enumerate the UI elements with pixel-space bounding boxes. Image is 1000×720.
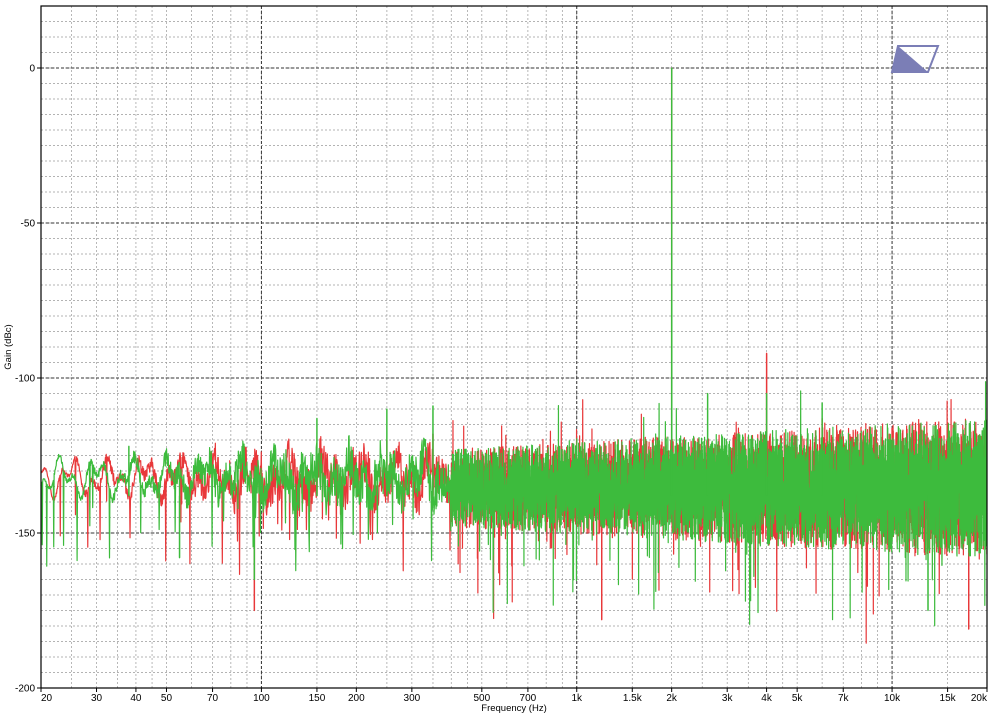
chart-svg: 20 30 40 50 70 100 150 200 300 500 700 1k 1.5k 2k 3k 4k… (0, 0, 1000, 715)
x-tick-label: 200 (348, 693, 365, 704)
x-tick-label: 3k (722, 693, 734, 704)
y-tick-label: -200 (15, 684, 35, 695)
y-tick-label: 0 (29, 64, 35, 75)
x-tick-label: 15k (940, 693, 957, 704)
x-tick-label: 1k (571, 693, 583, 704)
x-tick-label: 100 (253, 693, 270, 704)
spectrum-chart: 20 30 40 50 70 100 150 200 300 500 700 1k 1.5k 2k 3k 4k… (0, 0, 1000, 715)
x-tick-label: 10k (884, 693, 901, 704)
x-tick-label: 20 (41, 693, 53, 704)
y-tick-label: -50 (21, 219, 36, 230)
y-tick-label: -100 (15, 374, 35, 385)
y-axis-label: Gain (dBc) (3, 324, 14, 369)
x-tick-label: 50 (161, 693, 173, 704)
x-tick-label: 20k (971, 693, 988, 704)
x-tick-label: 70 (207, 693, 219, 704)
x-tick-label: 30 (91, 693, 103, 704)
x-tick-label: 5k (792, 693, 804, 704)
y-tick-label: -150 (15, 529, 35, 540)
x-tick-label: 150 (309, 693, 326, 704)
x-tick-label: 7k (838, 693, 850, 704)
x-tick-label: 4k (761, 693, 773, 704)
x-tick-label: 40 (130, 693, 142, 704)
x-tick-label: 1.5k (623, 693, 643, 704)
x-tick-label: 2k (666, 693, 678, 704)
x-tick-label: 300 (404, 693, 421, 704)
x-axis-label: Frequency (Hz) (481, 703, 546, 714)
